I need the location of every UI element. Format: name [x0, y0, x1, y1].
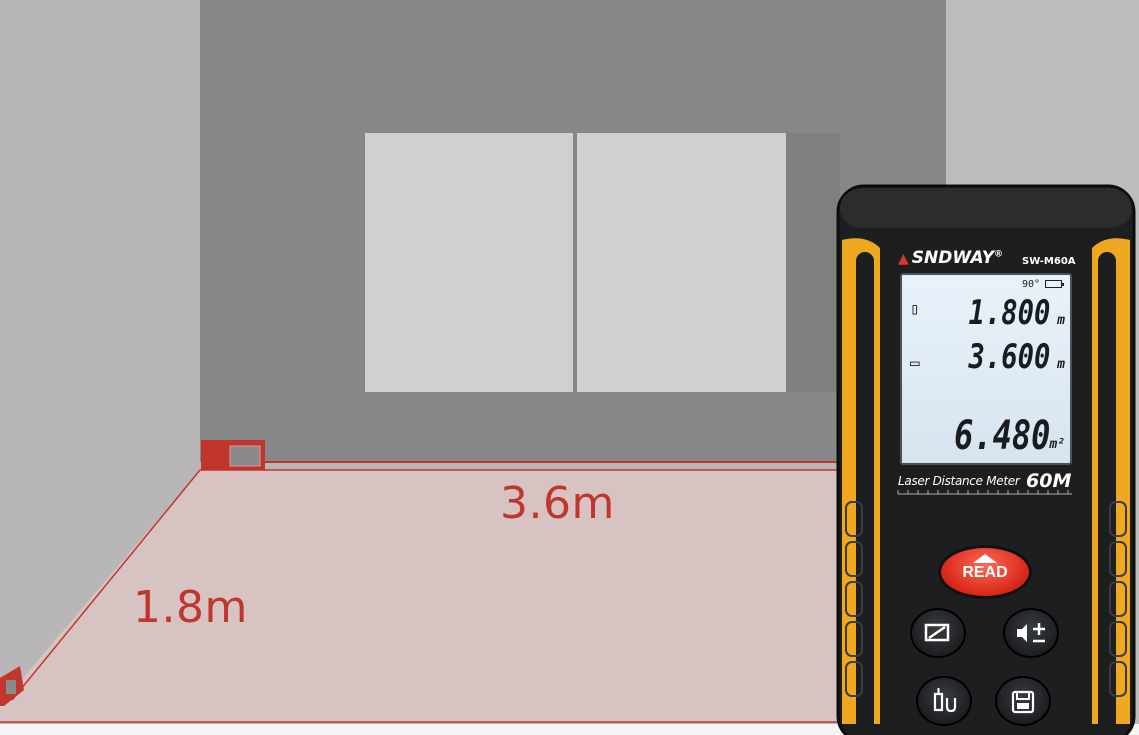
lcd-display: 90° ▯ ▭ 1.800 m 3.600 m 6.480 m² [900, 273, 1072, 465]
angle-indicator: 90° [1022, 279, 1041, 290]
wall-panel-left [365, 133, 573, 392]
device-subtitle: Laser Distance Meter [898, 474, 1020, 488]
length-mode-icon: ▭ [910, 353, 920, 372]
wall-panel-right [577, 133, 786, 392]
battery-icon [1045, 280, 1064, 288]
range-label: 60M [1026, 470, 1072, 492]
brand-triangle-icon: ▲ [898, 251, 909, 267]
unit-1: m [1057, 313, 1065, 328]
depth-dimension-label: 1.8m [133, 582, 248, 633]
unit-2: m [1057, 357, 1065, 372]
save-button[interactable] [995, 676, 1051, 726]
read-button[interactable]: READ [938, 545, 1032, 599]
reading-2: 3.600 [968, 337, 1050, 377]
area-result: 6.480 [953, 413, 1050, 459]
save-icon [1011, 690, 1035, 714]
area-mode-button[interactable] [910, 608, 966, 658]
reading-1: 1.800 [968, 293, 1050, 333]
area-mode-icon [924, 623, 950, 642]
model-number: SW-M60A [1022, 256, 1076, 267]
sound-plus-minus-button[interactable] [1003, 608, 1059, 658]
reference-point-button[interactable] [916, 676, 972, 726]
up-arrow-icon [973, 554, 997, 563]
reference-point-icon [933, 688, 957, 713]
sound-plus-minus-icon [1017, 623, 1045, 643]
panel-shadow [786, 133, 840, 392]
product-scene: 3.6m 1.8m ▲ SNDWAY® SW-M60A 90° ▯ ▭ 1.80… [0, 0, 1139, 735]
brand-logo: ▲ SNDWAY® [898, 248, 1004, 268]
laser-origin-icon: ▯ [910, 299, 920, 318]
unit-3: m² [1049, 437, 1065, 452]
width-dimension-label: 3.6m [500, 478, 615, 529]
